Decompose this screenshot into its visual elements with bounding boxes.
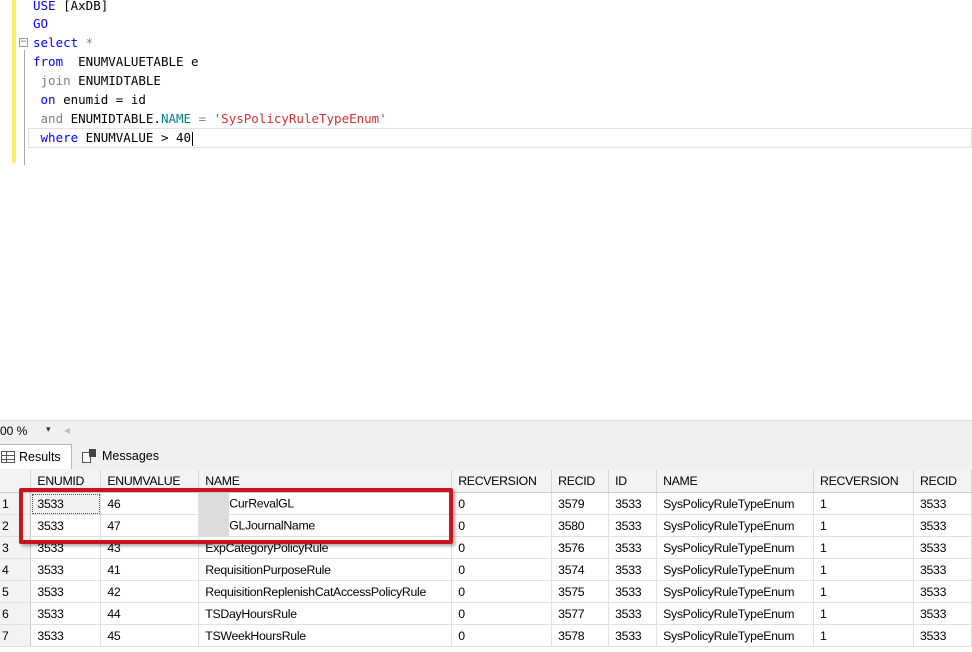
grid-cell[interactable]: 0: [451, 558, 553, 581]
text-caret: [192, 131, 194, 146]
grid-cell[interactable]: 3577: [551, 602, 610, 625]
column-header[interactable]: RECID: [551, 470, 610, 493]
zoom-bar: 00 % ▾ ◂: [0, 420, 972, 441]
grid-cell[interactable]: 3576: [551, 536, 610, 559]
grid-cell[interactable]: 3533: [608, 558, 658, 581]
grid-cell[interactable]: 41: [100, 558, 200, 581]
grid-cell[interactable]: 1: [813, 602, 914, 625]
grid-cell[interactable]: 3533: [913, 492, 972, 515]
grid-cell[interactable]: SysPolicyRuleTypeEnum: [656, 536, 815, 559]
grid-cell[interactable]: 3533: [608, 492, 658, 515]
code-line-4: from ENUMVALUETABLE e: [33, 54, 199, 69]
grid-cell[interactable]: TSWeekHoursRule: [198, 624, 453, 647]
collapse-toggle-icon[interactable]: −: [19, 38, 28, 47]
outline-guide: [24, 50, 25, 165]
grid-cell[interactable]: RequisitionPurposeRule: [198, 558, 453, 581]
grid-cell[interactable]: 3533: [608, 536, 658, 559]
messages-icon: [82, 449, 97, 463]
table-row[interactable]: 6 3533 44 TSDayHoursRule 0 3577 3533 SysPolicyR…: [0, 602, 972, 625]
grid-cell[interactable]: SysPolicyRuleTypeEnum: [656, 602, 815, 625]
grid-cell[interactable]: 3533: [608, 602, 658, 625]
grid-cell[interactable]: 3574: [551, 558, 610, 581]
code-line-3: select *: [33, 35, 94, 50]
column-header[interactable]: ID: [608, 470, 658, 493]
scroll-left-icon[interactable]: ◂: [64, 423, 70, 437]
grid-cell[interactable]: 3580: [551, 514, 610, 537]
code-line-8: where ENUMVALUE > 40: [33, 130, 194, 146]
grid-cell[interactable]: 0: [451, 602, 553, 625]
code-line-7: and ENUMIDTABLE.NAME = 'SysPolicyRuleTyp…: [33, 111, 387, 126]
grid-cell[interactable]: 0: [451, 624, 553, 647]
grid-cell[interactable]: SysPolicyRuleTypeEnum: [656, 558, 815, 581]
zoom-dropdown-icon[interactable]: ▾: [46, 424, 51, 435]
row-number[interactable]: 6: [0, 602, 32, 625]
grid-cell[interactable]: 3533: [608, 580, 658, 603]
code-line-5: join ENUMIDTABLE: [33, 73, 161, 88]
change-indicator-bar: [12, 0, 16, 163]
grid-cell[interactable]: 3533: [913, 624, 972, 647]
grid-cell[interactable]: 44: [100, 602, 200, 625]
code-line-6: on enumid = id: [33, 92, 146, 107]
column-header[interactable]: RECID: [913, 470, 972, 493]
row-number[interactable]: 5: [0, 580, 32, 603]
grid-cell[interactable]: 3575: [551, 580, 610, 603]
grid-cell[interactable]: 1: [813, 624, 914, 647]
zoom-level[interactable]: 00 %: [0, 424, 27, 438]
row-number[interactable]: 7: [0, 624, 32, 647]
grid-cell[interactable]: RequisitionReplenishCatAccessPolicyRule: [198, 580, 453, 603]
tab-results-label: Results: [19, 450, 61, 464]
grid-cell[interactable]: 42: [100, 580, 200, 603]
grid-cell[interactable]: 3533: [608, 514, 658, 537]
tab-messages-label: Messages: [102, 449, 159, 463]
grid-cell[interactable]: 1: [813, 514, 914, 537]
query-editor[interactable]: − USE [AxDB] GO select * from ENUMVALUET…: [0, 0, 972, 420]
grid-cell[interactable]: 3533: [913, 536, 972, 559]
highlight-annotation-box: [19, 488, 453, 544]
results-tab-strip: Results Messages: [0, 440, 972, 470]
table-row[interactable]: 7 3533 45 TSWeekHoursRule 0 3578 3533 SysPolicy…: [0, 624, 972, 647]
grid-icon: [1, 451, 15, 463]
grid-cell[interactable]: 1: [813, 536, 914, 559]
tab-messages[interactable]: Messages: [80, 444, 170, 469]
grid-cell[interactable]: 3533: [30, 602, 102, 625]
grid-cell[interactable]: 3578: [551, 624, 610, 647]
grid-cell[interactable]: SysPolicyRuleTypeEnum: [656, 514, 815, 537]
grid-cell[interactable]: 3533: [913, 514, 972, 537]
grid-cell[interactable]: SysPolicyRuleTypeEnum: [656, 580, 815, 603]
grid-cell[interactable]: 3533: [913, 602, 972, 625]
grid-cell[interactable]: 1: [813, 492, 914, 515]
column-header[interactable]: RECVERSION: [813, 470, 914, 493]
grid-cell[interactable]: 3579: [551, 492, 610, 515]
code-line-2: GO: [33, 16, 49, 31]
grid-cell[interactable]: 3533: [608, 624, 658, 647]
row-number[interactable]: 4: [0, 558, 32, 581]
grid-cell[interactable]: 0: [451, 580, 553, 603]
grid-cell[interactable]: 0: [451, 536, 553, 559]
grid-cell[interactable]: SysPolicyRuleTypeEnum: [656, 492, 815, 515]
tab-results[interactable]: Results: [0, 444, 72, 469]
table-row[interactable]: 4 3533 41 RequisitionPurposeRule 0 3574 3533 Sy…: [0, 558, 972, 581]
grid-cell[interactable]: 3533: [30, 624, 102, 647]
table-row[interactable]: 5 3533 42 RequisitionReplenishCatAccessPoli…: [0, 580, 972, 603]
grid-cell[interactable]: SysPolicyRuleTypeEnum: [656, 624, 815, 647]
grid-cell[interactable]: 3533: [913, 558, 972, 581]
grid-cell[interactable]: 1: [813, 558, 914, 581]
grid-cell[interactable]: TSDayHoursRule: [198, 602, 453, 625]
column-header[interactable]: RECVERSION: [451, 470, 553, 493]
grid-cell[interactable]: 0: [451, 514, 553, 537]
grid-cell[interactable]: 3533: [30, 580, 102, 603]
grid-cell[interactable]: 3533: [30, 558, 102, 581]
grid-cell[interactable]: 0: [451, 492, 553, 515]
grid-cell[interactable]: 45: [100, 624, 200, 647]
code-line-1: USE [AxDB]: [33, 0, 109, 13]
grid-cell[interactable]: 1: [813, 580, 914, 603]
column-header[interactable]: NAME: [656, 470, 815, 493]
grid-cell[interactable]: 3533: [913, 580, 972, 603]
